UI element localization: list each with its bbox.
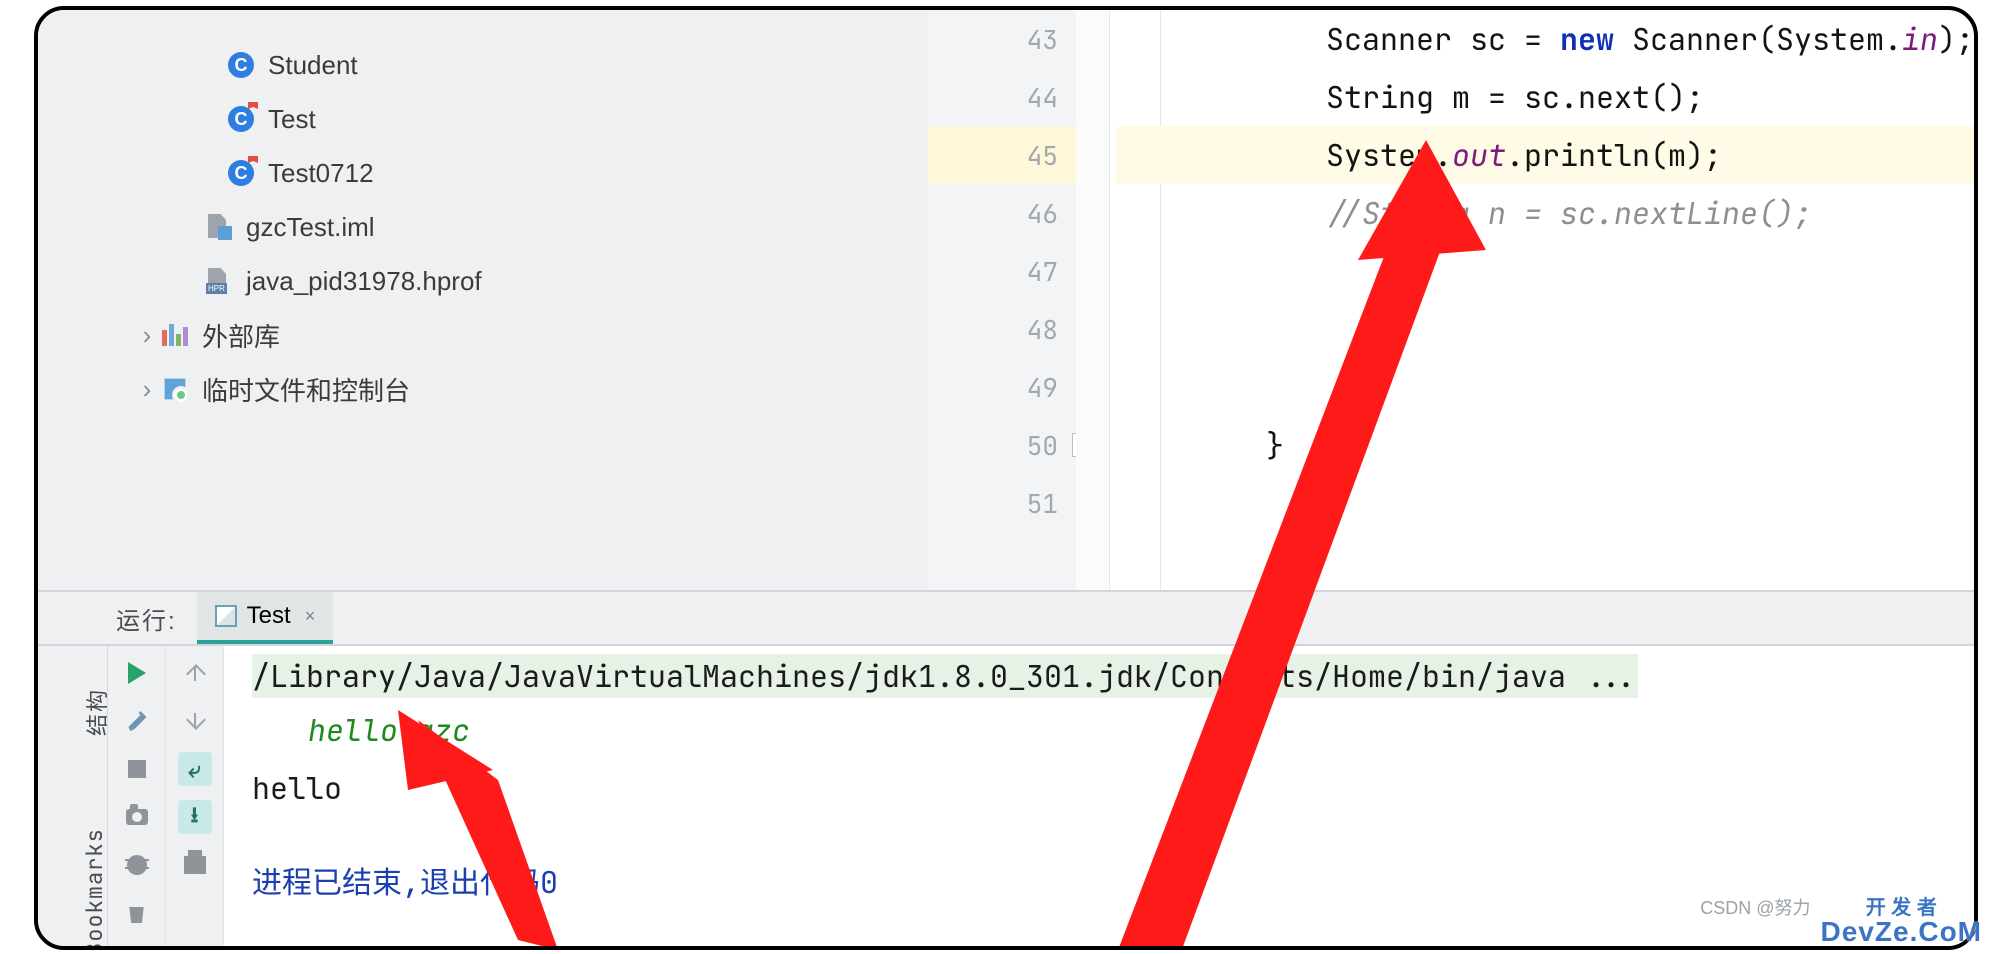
tree-item-external-libs[interactable]: › 外部库 [38, 308, 928, 362]
arrow-down-icon [187, 713, 203, 729]
printer-icon [184, 856, 206, 874]
iml-file-icon [206, 214, 232, 240]
library-icon [162, 324, 188, 346]
code-line[interactable] [1116, 242, 1974, 300]
code-area[interactable]: Scanner sc = new Scanner(System.in);Stri… [1076, 10, 1974, 590]
watermark: CSDN @努力 开 发 者 DevZe.CoM [1700, 894, 1982, 946]
code-editor[interactable]: 434445464748495051 Scanner sc = new Scan… [928, 10, 1974, 590]
line-number[interactable]: 44 [928, 68, 1076, 126]
tree-label: Student [268, 50, 358, 81]
up-stack-button[interactable] [178, 656, 212, 690]
code-line[interactable]: Scanner sc = new Scanner(System.in); [1116, 10, 1974, 68]
ide-window: C Student C Test C Test0712 gzcTest.iml [34, 6, 1978, 950]
line-number[interactable]: 49 [928, 358, 1076, 416]
rerun-button[interactable] [120, 656, 154, 690]
line-number[interactable]: 46 [928, 184, 1076, 242]
watermark-brand-top: 开 发 者 [1866, 898, 1937, 918]
structure-tool-button[interactable]: 结构 [80, 688, 112, 736]
run-actions-col-2: ⤶ ⭳ [166, 646, 224, 946]
line-number[interactable]: 50 [928, 416, 1076, 474]
soft-wrap-button[interactable]: ⤶ [178, 752, 212, 786]
stop-button[interactable] [120, 752, 154, 786]
watermark-csdn: CSDN @努力 [1700, 894, 1810, 920]
scroll-to-end-button[interactable]: ⭳ [178, 800, 212, 834]
top-split: C Student C Test C Test0712 gzcTest.iml [38, 10, 1974, 590]
play-icon [128, 662, 146, 684]
class-icon: C [228, 52, 254, 78]
class-runnable-icon: C [228, 106, 254, 132]
code-line[interactable]: } [1116, 416, 1974, 474]
code-line[interactable] [1116, 300, 1974, 358]
wrench-button[interactable] [120, 704, 154, 738]
chevron-right-icon: › [138, 320, 156, 351]
tree-label: java_pid31978.hprof [246, 266, 482, 297]
class-runnable-icon: C [228, 160, 254, 186]
console-stdout: hello [252, 768, 1974, 808]
run-config-icon [215, 605, 237, 627]
tree-item-iml[interactable]: gzcTest.iml [38, 200, 928, 254]
line-number[interactable]: 47 [928, 242, 1076, 300]
hprof-file-icon [206, 268, 232, 294]
scroll-end-icon: ⭳ [191, 798, 199, 836]
tree-item-test0712[interactable]: C Test0712 [38, 146, 928, 200]
code-line[interactable]: System.out.println(m); [1116, 126, 1974, 184]
trash-button[interactable] [120, 896, 154, 930]
run-toolwindow-body: 结构 Bookmarks ⤶ ⭳ /Library/Java/JavaVirtu… [38, 646, 1974, 946]
run-tab-label: Test [247, 602, 291, 630]
tree-list: C Student C Test C Test0712 gzcTest.iml [38, 10, 928, 416]
console-stdin: hello gzc [252, 710, 1974, 750]
project-tree-panel[interactable]: C Student C Test C Test0712 gzcTest.iml [38, 10, 928, 590]
debug-button[interactable] [120, 848, 154, 882]
tree-label: Test0712 [268, 158, 374, 189]
left-toolwindow-stripe[interactable]: 结构 Bookmarks [38, 646, 108, 946]
soft-wrap-icon: ⤶ [188, 755, 200, 784]
bookmarks-tool-button[interactable]: Bookmarks [80, 828, 109, 950]
down-stack-button[interactable] [178, 704, 212, 738]
tree-item-hprof[interactable]: java_pid31978.hprof [38, 254, 928, 308]
stop-icon [128, 760, 146, 778]
line-number[interactable]: 45 [928, 126, 1076, 184]
tree-label: gzcTest.iml [246, 212, 375, 243]
trash-icon [128, 903, 146, 923]
tree-label: Test [268, 104, 316, 135]
run-actions-col-1 [108, 646, 166, 946]
line-number[interactable]: 43 [928, 10, 1076, 68]
print-button[interactable] [178, 848, 212, 882]
tree-label: 外部库 [202, 317, 280, 354]
bug-icon [127, 855, 147, 875]
line-number[interactable]: 51 [928, 474, 1076, 532]
close-icon[interactable]: × [305, 606, 316, 627]
run-toolwindow-header: 运行: Test × [38, 590, 1974, 646]
code-line[interactable] [1116, 474, 1974, 532]
tree-item-test[interactable]: C Test [38, 92, 928, 146]
code-line[interactable]: String m = sc.next(); [1116, 68, 1974, 126]
scratch-icon [162, 376, 188, 402]
line-number[interactable]: 48 [928, 300, 1076, 358]
wrench-icon [127, 711, 147, 731]
editor-gutter[interactable]: 434445464748495051 [928, 10, 1076, 590]
tree-label: 临时文件和控制台 [202, 371, 410, 408]
camera-icon [126, 809, 148, 825]
dump-threads-button[interactable] [120, 800, 154, 834]
code-line[interactable]: //String n = sc.nextLine(); [1116, 184, 1974, 242]
tree-item-scratches[interactable]: › 临时文件和控制台 [38, 362, 928, 416]
run-label: 运行: [38, 601, 197, 636]
watermark-brand-bottom: DevZe.CoM [1821, 918, 1982, 946]
arrow-up-icon [187, 665, 203, 681]
run-tab-test[interactable]: Test × [197, 592, 334, 644]
tree-item-student[interactable]: C Student [38, 38, 928, 92]
chevron-right-icon: › [138, 374, 156, 405]
console-command-line: /Library/Java/JavaVirtualMachines/jdk1.8… [252, 654, 1638, 698]
code-line[interactable] [1116, 358, 1974, 416]
